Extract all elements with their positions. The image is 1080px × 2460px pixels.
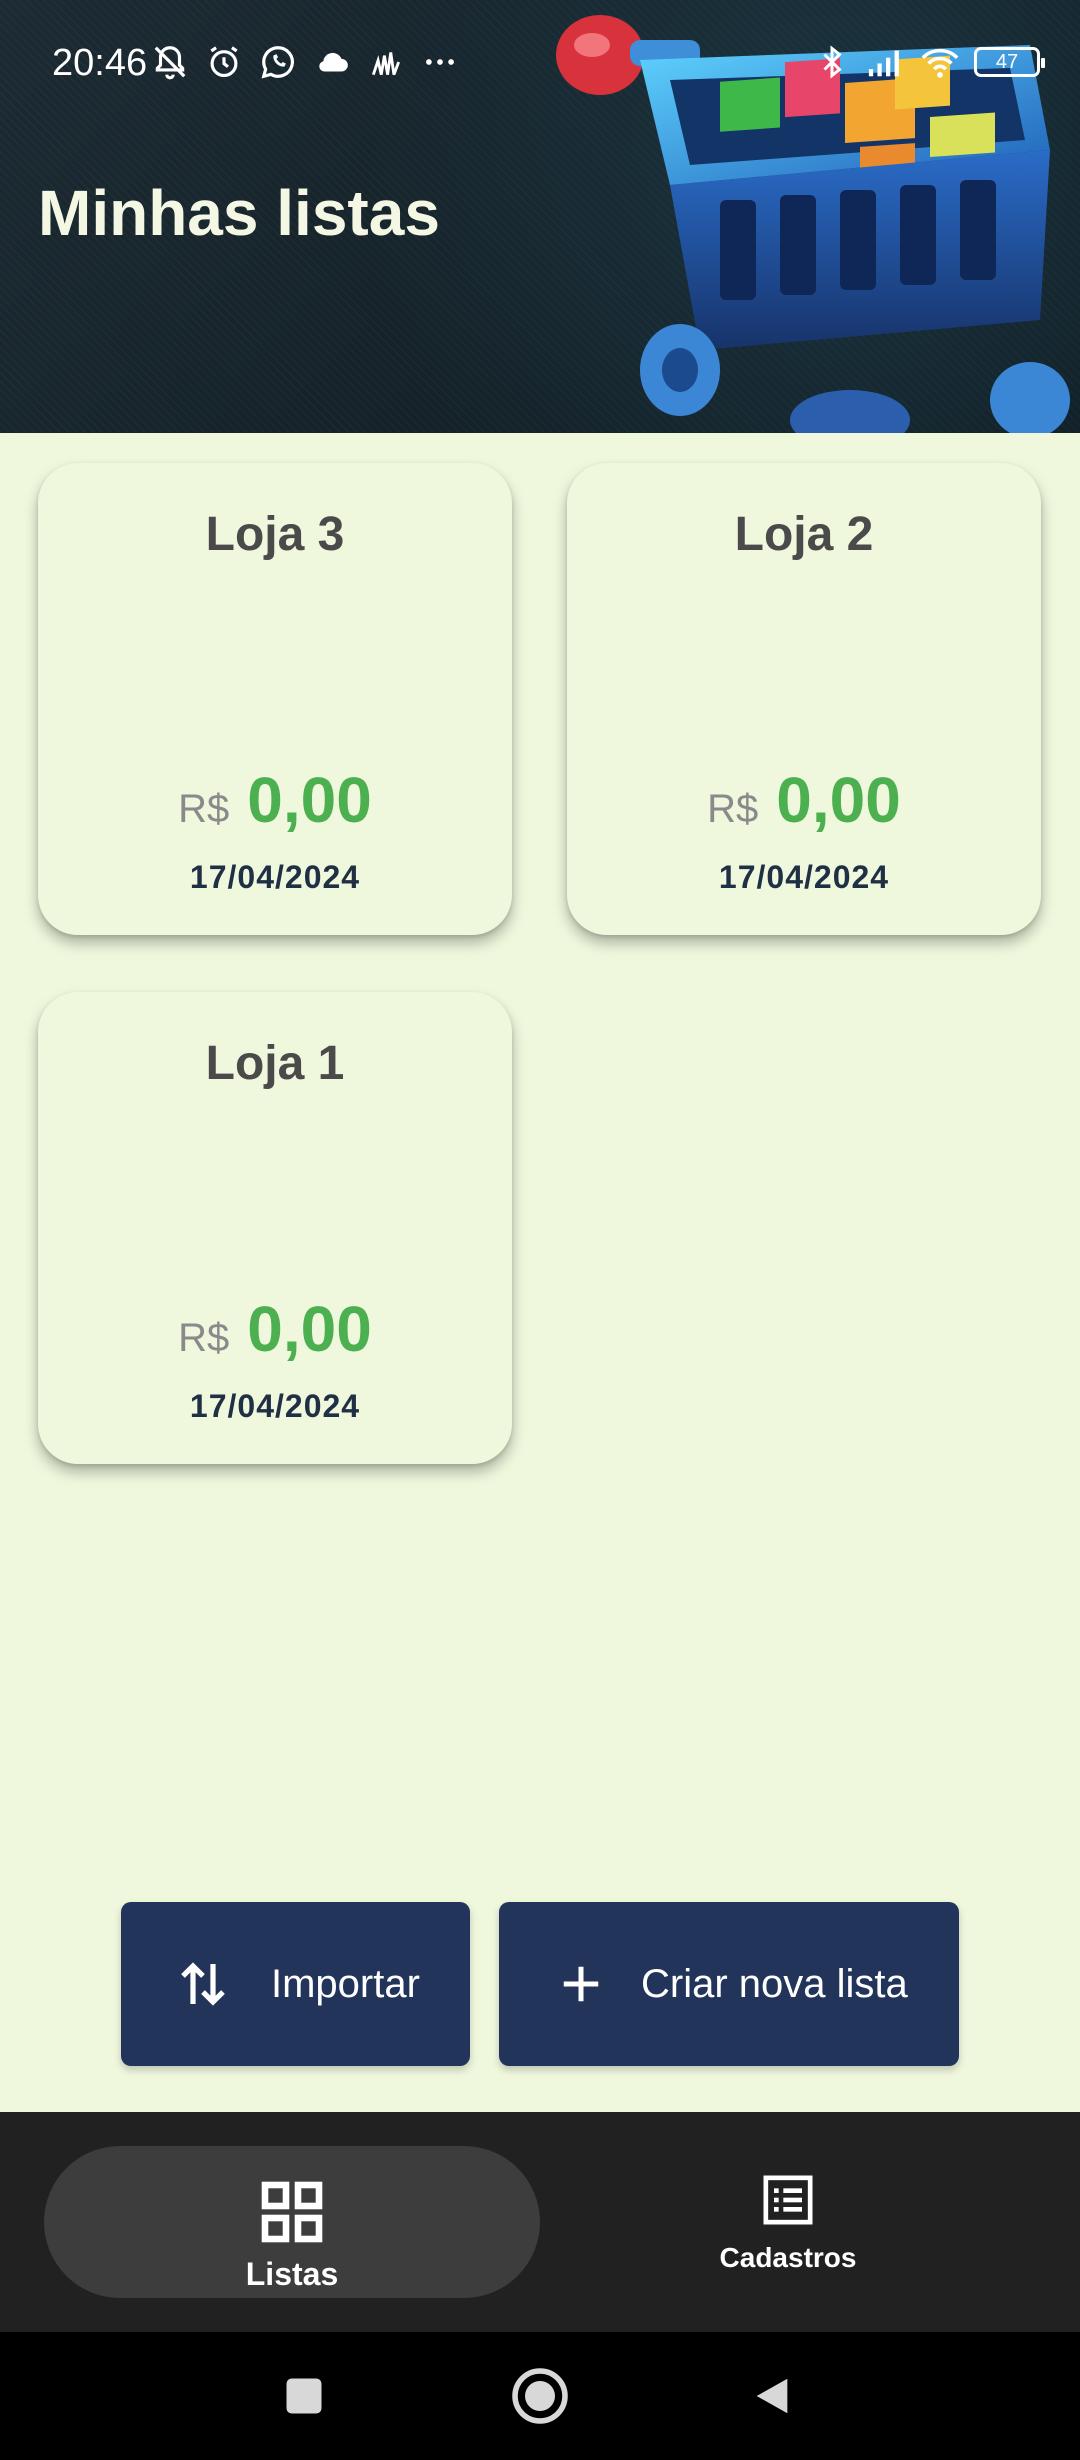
list-name: Loja 3	[205, 508, 345, 561]
status-time: 20:46	[52, 42, 148, 84]
cloud-icon	[312, 42, 352, 82]
list-total: R$ 0,00	[567, 763, 1041, 837]
battery-indicator: 47	[974, 47, 1045, 77]
list-name: Loja 1	[205, 1037, 345, 1090]
whatsapp-icon	[258, 42, 298, 82]
bottom-navigation: Listas Cadastros	[0, 2112, 1080, 2332]
list-card[interactable]: Loja 3 R$ 0,00 17/04/2024	[38, 463, 512, 935]
swap-arrows-icon	[173, 1954, 233, 2014]
list-name: Loja 2	[734, 508, 874, 561]
recents-square-icon	[286, 2378, 322, 2414]
alarm-icon	[204, 42, 244, 82]
currency-symbol: R$	[178, 787, 230, 831]
header-banner: 20:46 47 Minhas listas	[0, 0, 1080, 433]
nav-label-cadastros: Cadastros	[719, 2242, 857, 2273]
recents-button[interactable]	[264, 2332, 344, 2460]
total-value: 0,00	[776, 764, 901, 836]
cellular-signal-icon	[866, 42, 906, 82]
system-status-icons: 47	[812, 42, 1045, 82]
bluetooth-icon	[812, 42, 852, 82]
currency-symbol: R$	[707, 787, 759, 831]
list-card[interactable]: Loja 2 R$ 0,00 17/04/2024	[567, 463, 1041, 935]
more-dots-icon	[420, 42, 460, 82]
app-screen: 20:46 47 Minhas listas Loja 3 R$ 0,00 17…	[0, 0, 1080, 2460]
home-circle-icon	[512, 2368, 568, 2424]
list-total: R$ 0,00	[38, 763, 512, 837]
grid-icon	[256, 2176, 328, 2253]
list-card[interactable]: Loja 1 R$ 0,00 17/04/2024	[38, 992, 512, 1464]
total-value: 0,00	[247, 764, 372, 836]
list-date: 17/04/2024	[718, 859, 890, 895]
list-date: 17/04/2024	[189, 1388, 361, 1424]
status-bar: 20:46 47	[0, 0, 1080, 130]
nav-item-listas[interactable]: Listas	[44, 2146, 540, 2298]
total-value: 0,00	[247, 1293, 372, 1365]
muted-bell-icon	[150, 42, 190, 82]
nav-item-cadastros[interactable]: Cadastros	[620, 2146, 956, 2298]
system-navigation-bar	[0, 2332, 1080, 2460]
signal-app-icon	[366, 42, 406, 82]
nav-label-listas: Listas	[245, 2256, 339, 2292]
notification-icons	[150, 42, 460, 82]
back-triangle-icon	[756, 2378, 788, 2414]
list-icon	[760, 2172, 816, 2233]
import-label: Importar	[271, 1961, 420, 2006]
create-list-button[interactable]: Criar nova lista	[499, 1902, 959, 2066]
currency-symbol: R$	[178, 1316, 230, 1360]
create-list-label: Criar nova lista	[641, 1961, 908, 2006]
plus-icon	[551, 1954, 611, 2014]
home-button[interactable]	[500, 2332, 580, 2460]
page-title: Minhas listas	[38, 177, 440, 249]
back-button[interactable]	[732, 2332, 812, 2460]
import-button[interactable]: Importar	[121, 1902, 470, 2066]
list-total: R$ 0,00	[38, 1292, 512, 1366]
list-date: 17/04/2024	[189, 859, 361, 895]
wifi-icon	[920, 42, 960, 82]
